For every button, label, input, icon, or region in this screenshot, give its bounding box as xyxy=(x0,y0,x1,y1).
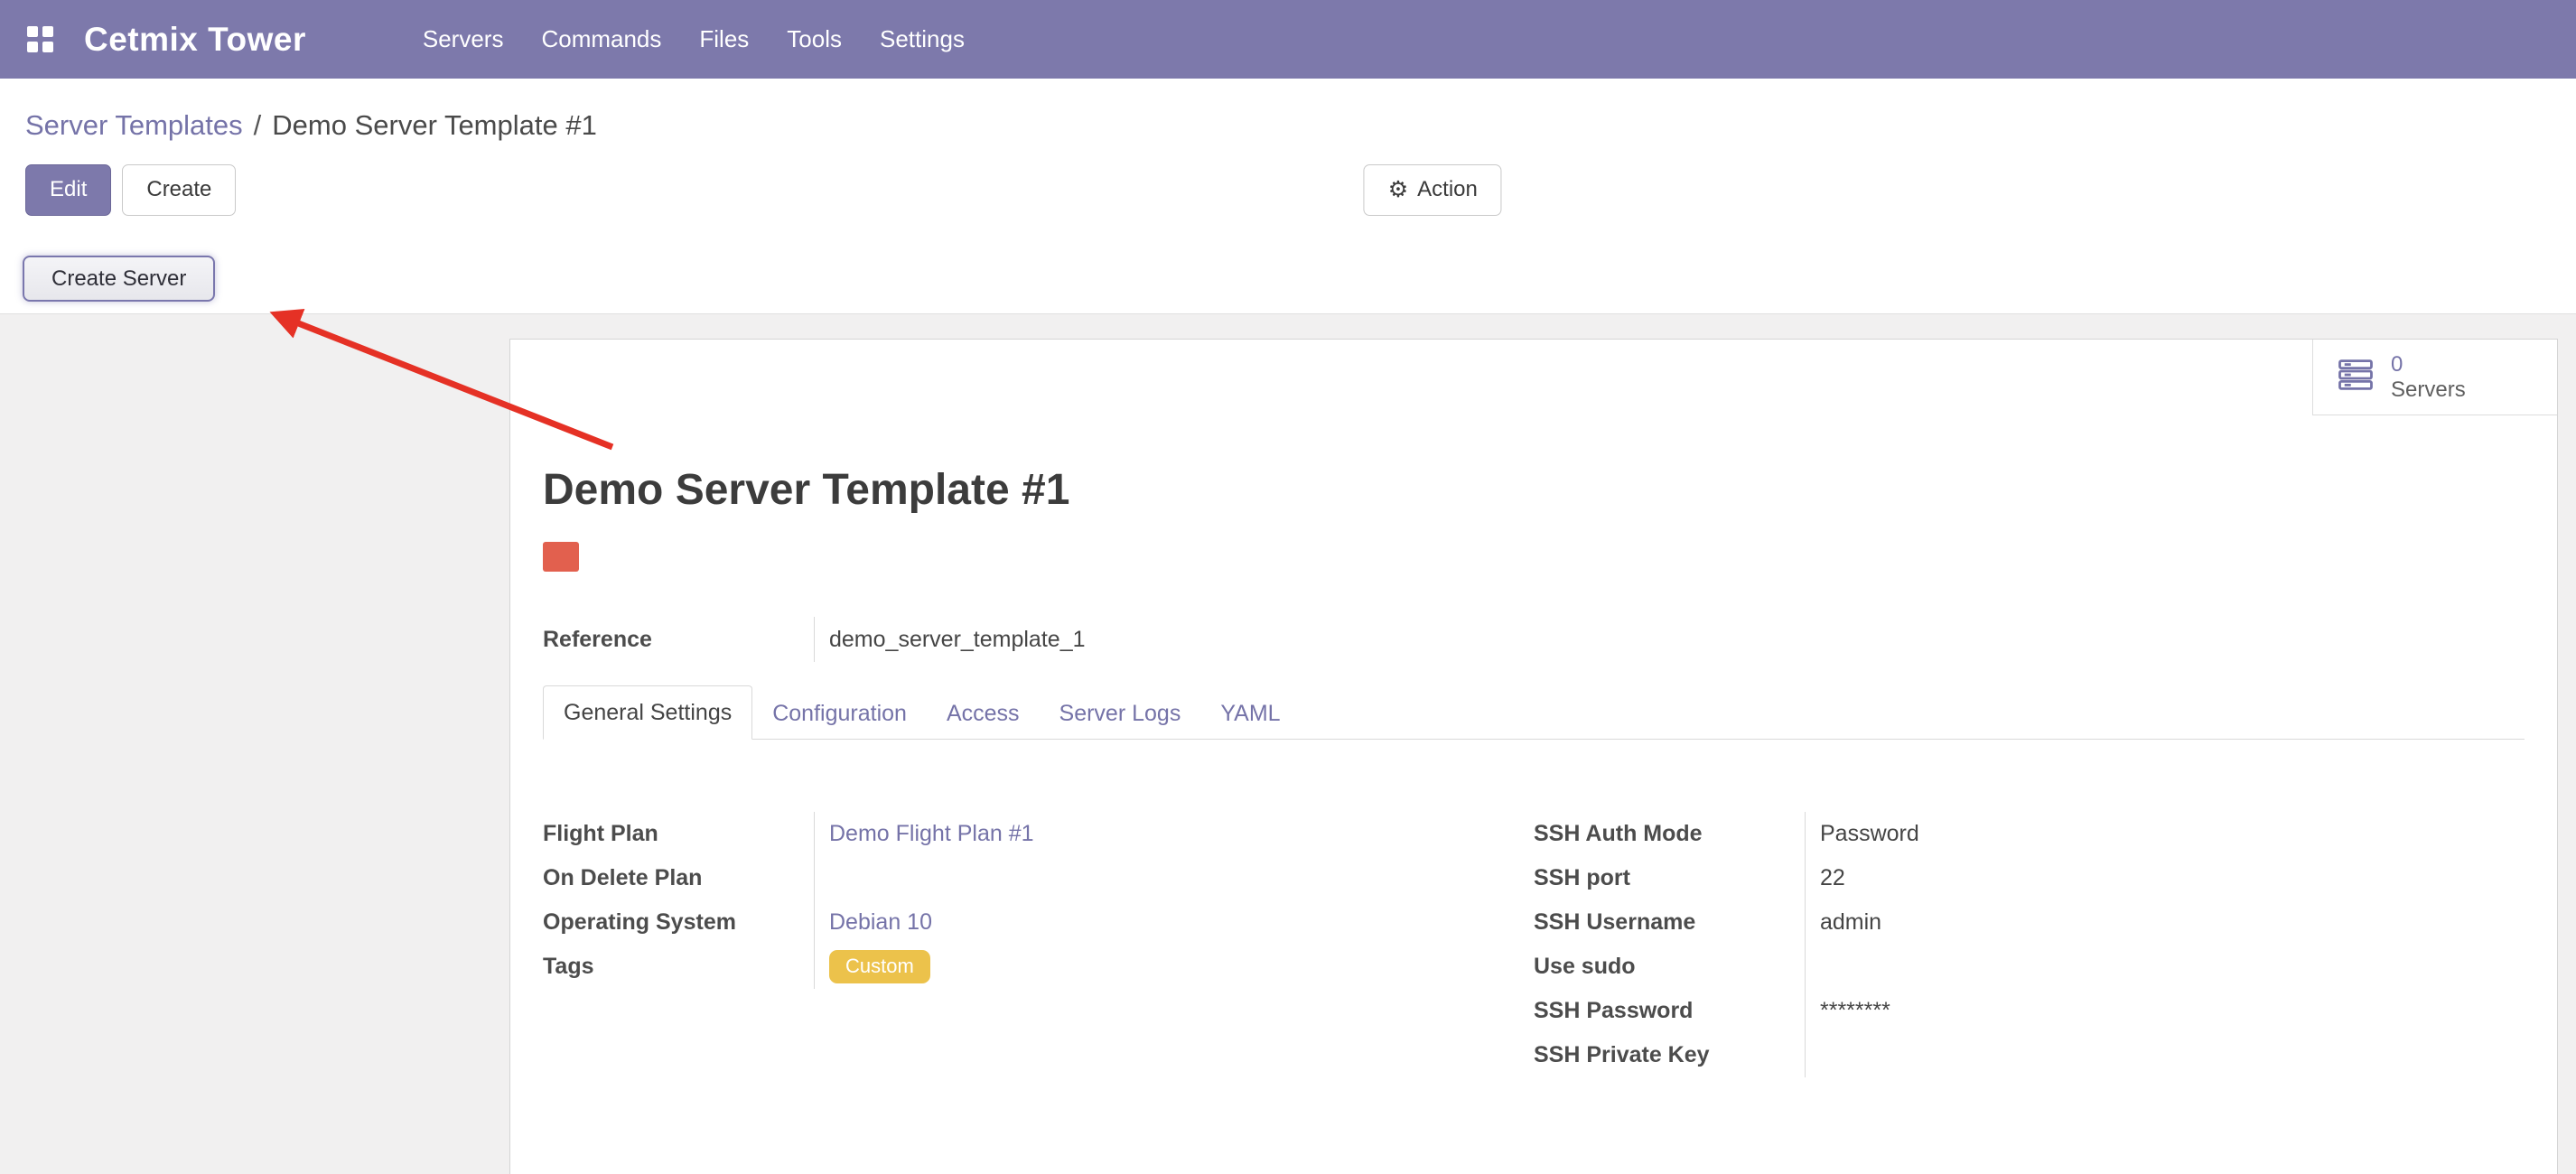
tab-general-settings[interactable]: General Settings xyxy=(543,685,752,740)
main-menu: Servers Commands Files Tools Settings xyxy=(406,14,982,64)
field-label-ssh-auth-mode: SSH Auth Mode xyxy=(1534,821,1805,847)
action-button[interactable]: ⚙ Action xyxy=(1364,164,1502,216)
field-groups: Flight Plan Demo Flight Plan #1 On Delet… xyxy=(543,812,2525,1077)
breadcrumb: Server Templates / Demo Server Template … xyxy=(0,79,2576,151)
create-button[interactable]: Create xyxy=(122,164,236,216)
create-server-button[interactable]: Create Server xyxy=(23,256,215,302)
nav-item-servers[interactable]: Servers xyxy=(406,14,521,64)
color-swatch[interactable] xyxy=(543,542,579,572)
servers-stat-button[interactable]: 0 Servers xyxy=(2312,340,2557,415)
content-area: 0 Servers Demo Server Template #1 Refere… xyxy=(0,314,2576,1174)
field-label-ssh-private-key: SSH Private Key xyxy=(1534,1042,1805,1068)
tab-configuration[interactable]: Configuration xyxy=(752,687,927,740)
nav-item-commands[interactable]: Commands xyxy=(524,14,678,64)
field-label-ssh-port: SSH port xyxy=(1534,865,1805,891)
form-toolbar: Edit Create ⚙ Action xyxy=(0,163,2576,216)
nav-item-files[interactable]: Files xyxy=(682,14,766,64)
field-label-operating-system: Operating System xyxy=(543,909,814,936)
ssh-port-value: 22 xyxy=(1805,856,2525,900)
field-label-tags: Tags xyxy=(543,954,814,980)
tab-access[interactable]: Access xyxy=(927,687,1040,740)
status-bar: Create Server xyxy=(0,256,2576,314)
operating-system-link[interactable]: Debian 10 xyxy=(829,909,932,936)
edit-button[interactable]: Edit xyxy=(25,164,111,216)
reference-label: Reference xyxy=(543,627,814,653)
servers-count: 0 xyxy=(2391,352,2466,377)
reference-row: Reference demo_server_template_1 xyxy=(543,617,2525,662)
servers-count-label: Servers xyxy=(2391,377,2466,403)
tab-server-logs[interactable]: Server Logs xyxy=(1040,687,1201,740)
breadcrumb-current: Demo Server Template #1 xyxy=(272,109,597,142)
servers-stat-text: 0 Servers xyxy=(2391,352,2466,402)
sheet-body: Demo Server Template #1 Reference demo_s… xyxy=(510,466,2557,1077)
tab-yaml[interactable]: YAML xyxy=(1200,687,1300,740)
field-group-right: SSH Auth Mode Password SSH port 22 SSH U… xyxy=(1534,812,2525,1077)
nav-item-tools[interactable]: Tools xyxy=(770,14,859,64)
record-title: Demo Server Template #1 xyxy=(543,466,2525,515)
brand-title[interactable]: Cetmix Tower xyxy=(84,21,306,59)
field-label-on-delete-plan: On Delete Plan xyxy=(543,865,814,891)
field-label-ssh-password: SSH Password xyxy=(1534,998,1805,1024)
ssh-username-value: admin xyxy=(1805,900,2525,945)
flight-plan-link[interactable]: Demo Flight Plan #1 xyxy=(829,821,1034,847)
apps-grid-icon[interactable] xyxy=(27,26,53,52)
field-label-use-sudo: Use sudo xyxy=(1534,954,1805,980)
ssh-private-key-value xyxy=(1805,1033,2525,1077)
ssh-password-value: ******** xyxy=(1805,989,2525,1033)
form-sheet: 0 Servers Demo Server Template #1 Refere… xyxy=(509,339,2558,1174)
ssh-auth-mode-value: Password xyxy=(1805,812,2525,856)
field-label-ssh-username: SSH Username xyxy=(1534,909,1805,936)
on-delete-plan-value xyxy=(814,856,1534,900)
nav-item-settings[interactable]: Settings xyxy=(863,14,982,64)
page: Cetmix Tower Servers Commands Files Tool… xyxy=(0,0,2576,1174)
breadcrumb-separator: / xyxy=(254,109,262,142)
gear-icon: ⚙ xyxy=(1388,179,1408,201)
field-label-flight-plan: Flight Plan xyxy=(543,821,814,847)
top-nav: Cetmix Tower Servers Commands Files Tool… xyxy=(0,0,2576,79)
action-button-label: Action xyxy=(1417,177,1478,202)
use-sudo-value xyxy=(1805,945,2525,989)
tag-custom: Custom xyxy=(829,950,930,983)
reference-value: demo_server_template_1 xyxy=(814,617,2525,662)
breadcrumb-link-server-templates[interactable]: Server Templates xyxy=(25,109,243,142)
servers-icon xyxy=(2335,356,2376,398)
notebook-tabs: General Settings Configuration Access Se… xyxy=(543,685,2525,740)
field-group-left: Flight Plan Demo Flight Plan #1 On Delet… xyxy=(543,812,1534,1077)
